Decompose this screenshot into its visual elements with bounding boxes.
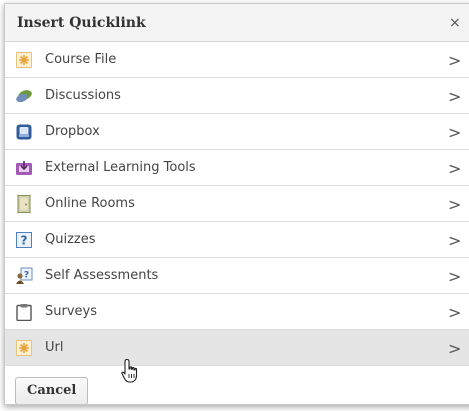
dialog-title: Insert Quicklink <box>17 14 146 31</box>
svg-text:?: ? <box>24 270 29 280</box>
list-item-dropbox[interactable]: Dropbox > <box>5 114 469 150</box>
list-item-label: External Learning Tools <box>45 160 196 175</box>
close-icon[interactable]: × <box>449 15 469 31</box>
list-item-label: Discussions <box>45 88 121 103</box>
quicklink-list: Course File > Discussions > Dropbox > Ex… <box>5 42 469 366</box>
list-item-self-assessments[interactable]: ? Self Assessments > <box>5 258 469 294</box>
url-icon <box>15 339 33 357</box>
list-item-online-rooms[interactable]: Online Rooms > <box>5 186 469 222</box>
list-item-course-file[interactable]: Course File > <box>5 42 469 78</box>
chevron-right-icon: > <box>448 123 462 142</box>
list-item-label: Online Rooms <box>45 196 135 211</box>
dialog-footer: Cancel <box>5 366 469 404</box>
insert-quicklink-dialog: Insert Quicklink × Course File > Discuss… <box>4 3 469 405</box>
dropbox-icon <box>15 123 33 141</box>
chevron-right-icon: > <box>448 195 462 214</box>
chevron-right-icon: > <box>448 267 462 286</box>
external-tools-icon <box>15 159 33 177</box>
list-item-label: Course File <box>45 52 117 67</box>
list-item-label: Quizzes <box>45 232 96 247</box>
online-rooms-icon <box>15 194 33 213</box>
surveys-icon <box>15 303 33 321</box>
course-file-icon <box>15 51 33 69</box>
cancel-button[interactable]: Cancel <box>15 376 89 404</box>
chevron-right-icon: > <box>448 87 462 106</box>
list-item-label: Surveys <box>45 304 97 319</box>
list-item-surveys[interactable]: Surveys > <box>5 294 469 330</box>
dialog-header: Insert Quicklink × <box>5 4 469 42</box>
discussions-icon <box>15 87 33 105</box>
list-item-label: Self Assessments <box>45 268 159 283</box>
chevron-right-icon: > <box>448 159 462 178</box>
chevron-right-icon: > <box>448 51 462 70</box>
chevron-right-icon: > <box>448 339 462 358</box>
list-item-quizzes[interactable]: ? Quizzes > <box>5 222 469 258</box>
svg-text:?: ? <box>21 233 28 247</box>
list-item-label: Dropbox <box>45 124 100 139</box>
list-item-url[interactable]: Url > <box>5 330 469 366</box>
chevron-right-icon: > <box>448 231 462 250</box>
quizzes-icon: ? <box>15 231 33 249</box>
self-assessments-icon: ? <box>15 267 33 285</box>
list-item-discussions[interactable]: Discussions > <box>5 78 469 114</box>
list-item-label: Url <box>45 340 64 355</box>
list-item-external-learning-tools[interactable]: External Learning Tools > <box>5 150 469 186</box>
chevron-right-icon: > <box>448 303 462 322</box>
